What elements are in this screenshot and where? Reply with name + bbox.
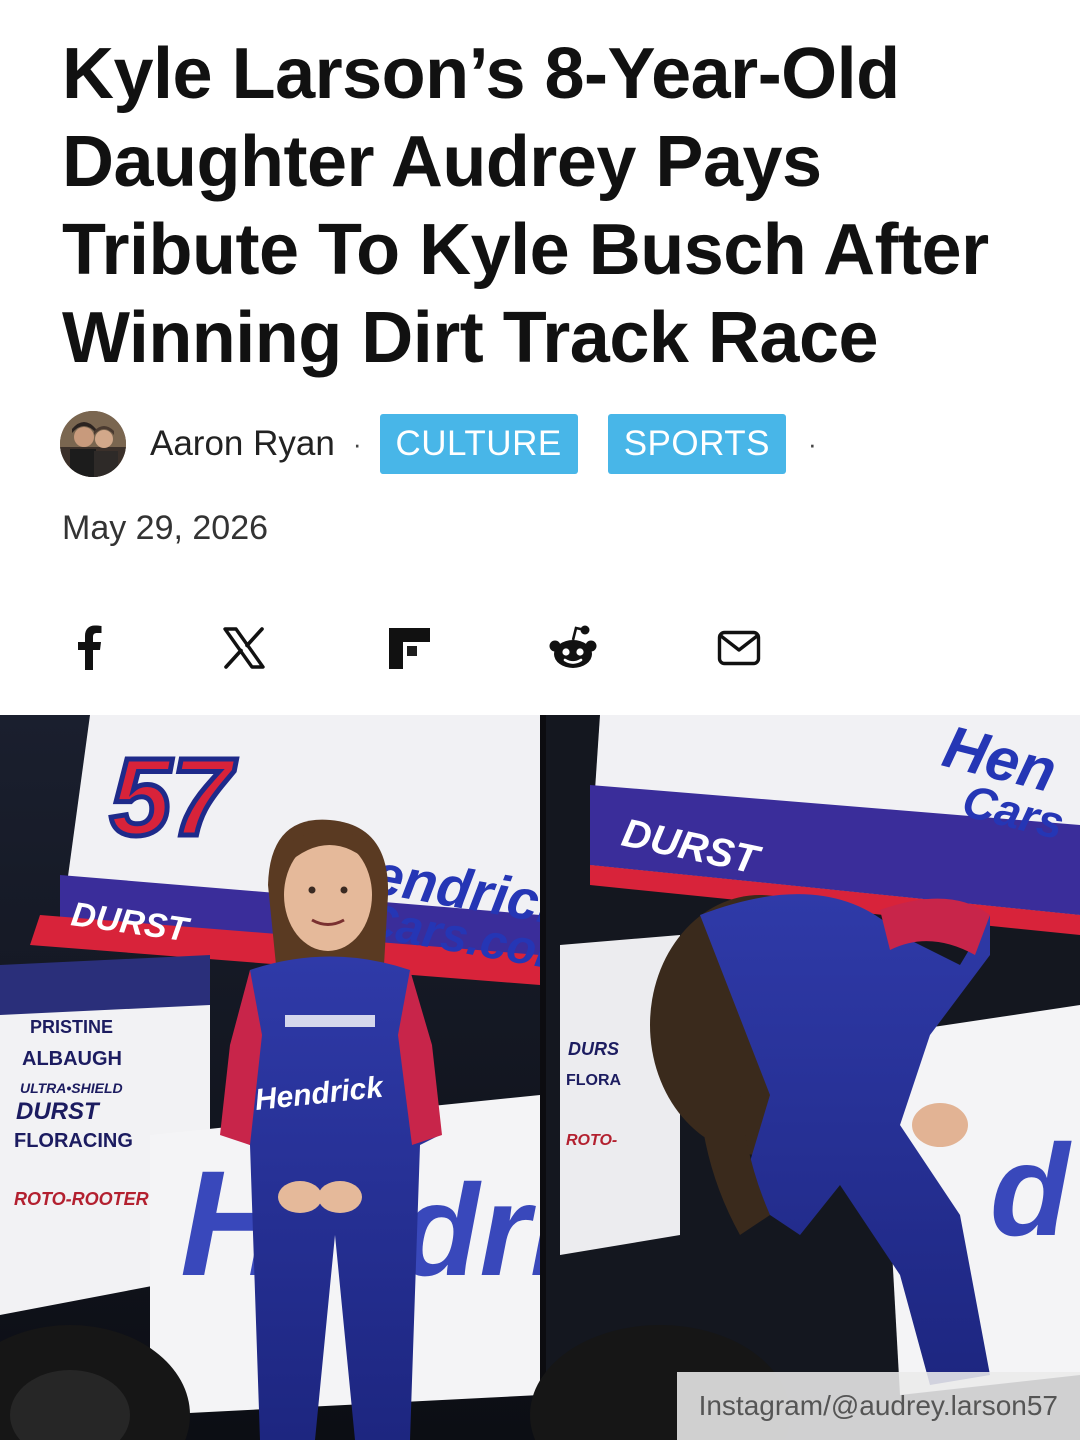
car-sponsor-pristine: PRISTINE xyxy=(30,1017,113,1037)
share-reddit-button[interactable] xyxy=(545,620,601,676)
email-icon xyxy=(717,630,761,666)
svg-text:ROTO-: ROTO- xyxy=(566,1132,617,1149)
article-page: Kyle Larson’s 8-Year-Old Daughter Audrey… xyxy=(0,0,1080,1440)
svg-text:FLORA: FLORA xyxy=(566,1072,622,1089)
byline-separator: · xyxy=(352,428,362,459)
share-email-button[interactable] xyxy=(711,620,767,676)
car-sponsor-roto-rooter: ROTO-ROOTER xyxy=(14,1189,149,1209)
avatar-photo xyxy=(60,411,126,477)
byline-separator-end: · xyxy=(807,428,817,459)
share-flipboard-button[interactable] xyxy=(381,620,437,676)
publish-date: May 29, 2026 xyxy=(62,509,269,547)
share-facebook-button[interactable] xyxy=(61,620,117,676)
car-number-left: 57 xyxy=(110,736,237,859)
x-icon xyxy=(223,627,265,669)
tag-sports[interactable]: SPORTS xyxy=(607,414,786,474)
article-title: Kyle Larson’s 8-Year-Old Daughter Audrey… xyxy=(62,34,989,378)
facebook-icon xyxy=(78,625,102,670)
tag-culture[interactable]: CULTURE xyxy=(379,414,578,474)
reddit-icon xyxy=(549,625,597,668)
car-sponsor-durst-side: DURST xyxy=(16,1098,101,1125)
image-credit[interactable]: Instagram/@audrey.larson57 xyxy=(676,1372,1080,1440)
share-x-button[interactable] xyxy=(216,620,272,676)
flipboard-icon xyxy=(389,628,430,669)
car-sponsor-floracing: FLORACING xyxy=(14,1130,133,1152)
svg-text:d: d xyxy=(990,1117,1072,1263)
car-sponsor-albaugh: ALBAUGH xyxy=(22,1048,122,1070)
hero-photo-illustration: 57 Hendrick Cars.com DURST PRISTINE ALBA… xyxy=(0,715,1080,1440)
svg-text:DURS: DURS xyxy=(568,1039,619,1059)
byline: Aaron Ryan · CULTURE SPORTS · xyxy=(60,411,817,477)
author-name[interactable]: Aaron Ryan xyxy=(150,424,335,464)
author-avatar[interactable] xyxy=(60,411,126,477)
car-sponsor-ultrashield: ULTRA•SHIELD xyxy=(20,1080,123,1096)
article-hero-image: 57 Hendrick Cars.com DURST PRISTINE ALBA… xyxy=(0,715,1080,1440)
share-bar xyxy=(0,620,1080,676)
